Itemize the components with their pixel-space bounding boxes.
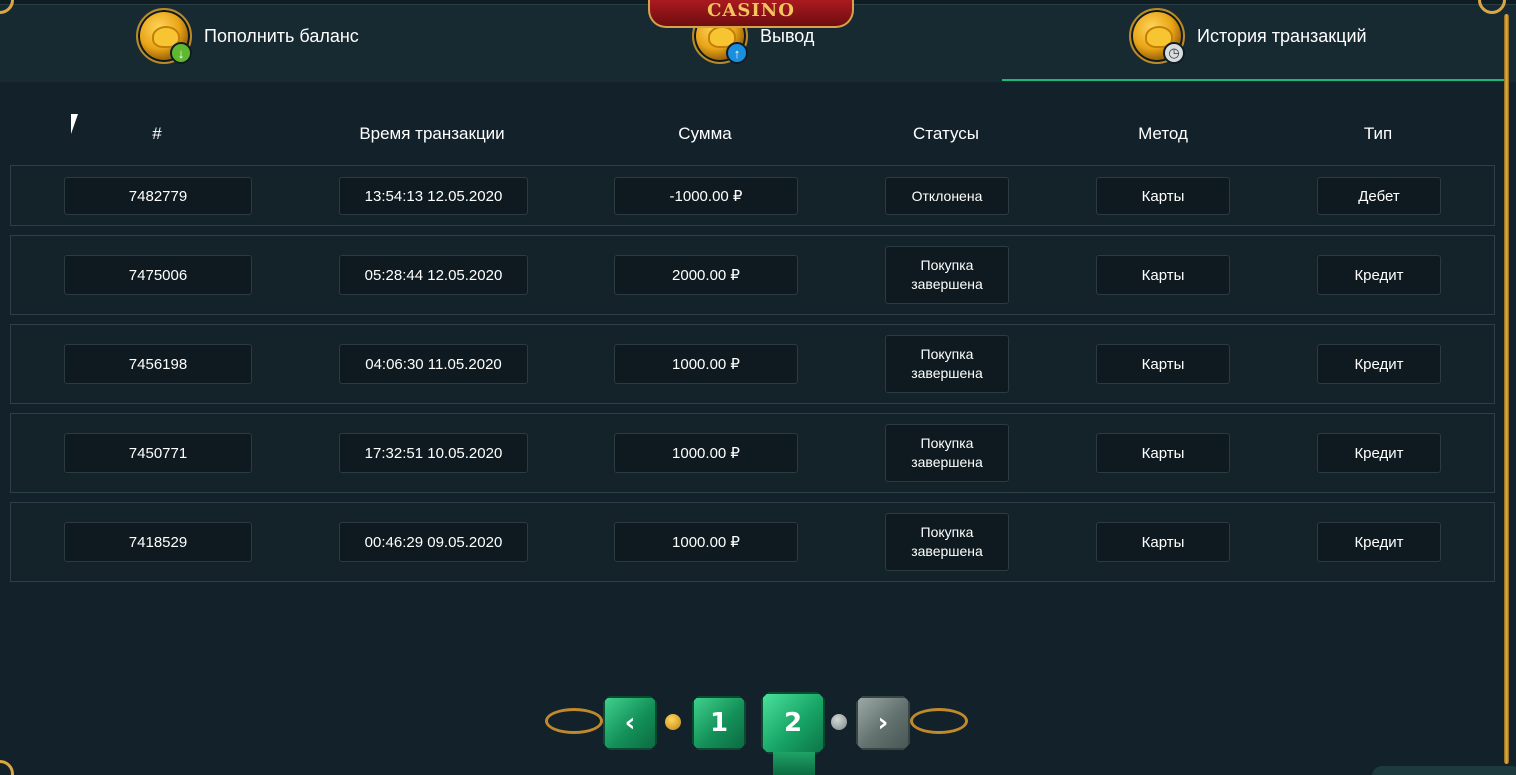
active-tab-indicator (1002, 79, 1504, 81)
cell-type: Кредит (1317, 433, 1441, 473)
cell-time: 13:54:13 12.05.2020 (339, 177, 528, 215)
bottom-right-widget[interactable] (1372, 766, 1516, 775)
pagination: ‹ 1 2 › (545, 690, 970, 754)
cell-id: 7482779 (64, 177, 252, 215)
column-header-status: Статусы (913, 124, 979, 143)
casino-logo[interactable]: CASINO (648, 0, 854, 28)
cell-amount: 1000.00 ₽ (614, 522, 798, 562)
table-row: 7456198 04:06:30 11.05.2020 1000.00 ₽ По… (10, 324, 1495, 404)
tab-deposit-label: Пополнить баланс (204, 25, 359, 46)
cell-type: Кредит (1317, 522, 1441, 562)
table-row: 7475006 05:28:44 12.05.2020 2000.00 ₽ По… (10, 235, 1495, 315)
table-row: 7482779 13:54:13 12.05.2020 -1000.00 ₽ О… (10, 165, 1495, 226)
cell-type: Кредит (1317, 344, 1441, 384)
ornament-right-icon (910, 708, 968, 734)
cell-id: 7456198 (64, 344, 252, 384)
page-dot-gold (665, 714, 681, 730)
column-header-amount: Сумма (678, 124, 732, 143)
tab-withdraw-label: Вывод (760, 25, 815, 46)
cell-type: Дебет (1317, 177, 1441, 215)
cell-method: Карты (1096, 344, 1230, 384)
tab-history[interactable]: ◷ История транзакций (1129, 8, 1367, 64)
cell-time: 05:28:44 12.05.2020 (339, 255, 528, 295)
pager-stem (773, 752, 815, 775)
prev-page-button[interactable]: ‹ (603, 696, 657, 750)
cell-status: Покупка завершена (885, 335, 1009, 393)
table-header: # Время транзакции Сумма Статусы Метод Т… (10, 124, 1495, 154)
cell-amount: 1000.00 ₽ (614, 433, 798, 473)
page-2-button[interactable]: 2 (761, 692, 825, 754)
column-header-time: Время транзакции (359, 124, 505, 143)
cell-time: 04:06:30 11.05.2020 (339, 344, 528, 384)
column-header-method: Метод (1138, 124, 1188, 143)
cell-method: Карты (1096, 433, 1230, 473)
cell-amount: 1000.00 ₽ (614, 344, 798, 384)
clock-icon: ◷ (1163, 42, 1185, 64)
column-header-type: Тип (1363, 124, 1393, 143)
page-1-button[interactable]: 1 (692, 696, 746, 750)
tab-history-label: История транзакций (1197, 25, 1367, 46)
page-dot-grey (831, 714, 847, 730)
cell-amount: 2000.00 ₽ (614, 255, 798, 295)
arrow-up-icon: ↑ (726, 42, 748, 64)
arrow-down-icon: ↓ (170, 42, 192, 64)
table-row: 7450771 17:32:51 10.05.2020 1000.00 ₽ По… (10, 413, 1495, 493)
corner-ornament-bottom-left (0, 760, 14, 775)
next-page-button[interactable]: › (856, 696, 910, 750)
cell-method: Карты (1096, 522, 1230, 562)
cell-time: 17:32:51 10.05.2020 (339, 433, 528, 473)
cell-status: Отклонена (885, 177, 1009, 215)
cell-status: Покупка завершена (885, 424, 1009, 482)
cell-type: Кредит (1317, 255, 1441, 295)
cell-status: Покупка завершена (885, 246, 1009, 304)
right-gold-rail (1504, 14, 1509, 764)
cell-id: 7450771 (64, 433, 252, 473)
cell-amount: -1000.00 ₽ (614, 177, 798, 215)
ornament-left-icon (545, 708, 603, 734)
coin-deposit-icon: ↓ (136, 8, 192, 64)
tab-deposit[interactable]: ↓ Пополнить баланс (136, 8, 359, 64)
cell-id: 7475006 (64, 255, 252, 295)
cell-method: Карты (1096, 255, 1230, 295)
table-row: 7418529 00:46:29 09.05.2020 1000.00 ₽ По… (10, 502, 1495, 582)
cell-method: Карты (1096, 177, 1230, 215)
cell-status: Покупка завершена (885, 513, 1009, 571)
coin-history-icon: ◷ (1129, 8, 1185, 64)
column-header-id: # (152, 124, 162, 143)
cell-id: 7418529 (64, 522, 252, 562)
cell-time: 00:46:29 09.05.2020 (339, 522, 528, 562)
